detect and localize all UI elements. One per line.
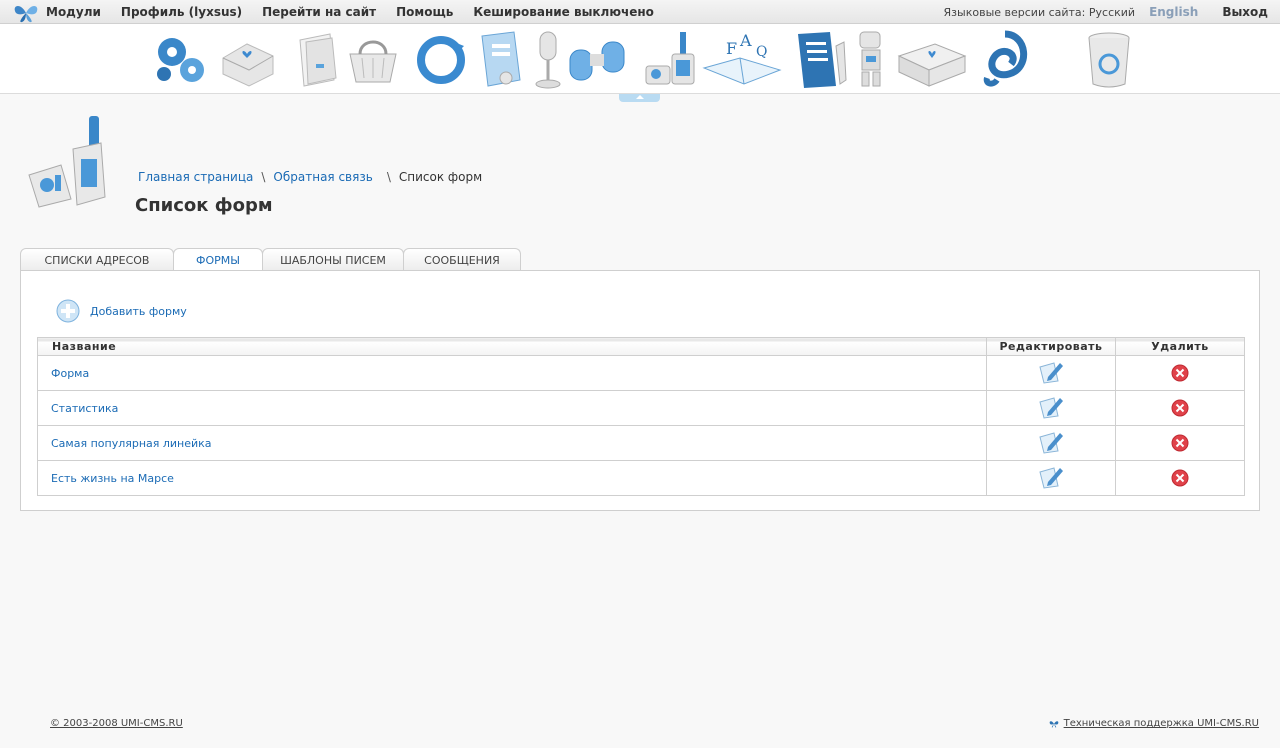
settings-gears-icon[interactable]: [150, 28, 212, 90]
menu-go-to-site[interactable]: Перейти на сайт: [262, 5, 376, 19]
news-scroll-icon[interactable]: [790, 28, 852, 90]
top-menu-bar: Модули Профиль (lyxsus) Перейти на сайт …: [0, 0, 1280, 24]
delete-icon[interactable]: [1171, 399, 1189, 417]
breadcrumb-current: Список форм: [398, 170, 483, 184]
tab-bar: СПИСКИ АДРЕСОВ ФОРМЫ ШАБЛОНЫ ПИСЕМ СООБЩ…: [20, 248, 521, 272]
delete-icon[interactable]: [1171, 364, 1189, 382]
delete-icon[interactable]: [1171, 469, 1189, 487]
butterfly-icon: [1049, 720, 1058, 728]
search-binoculars-icon[interactable]: [566, 28, 628, 90]
english-link[interactable]: English: [1149, 5, 1198, 19]
edit-icon[interactable]: [1038, 466, 1064, 490]
users-robot-icon[interactable]: [850, 28, 890, 90]
breadcrumb-feedback[interactable]: Обратная связь: [273, 170, 372, 184]
butterfly-logo-icon[interactable]: [13, 3, 39, 23]
collapse-toolbar-toggle[interactable]: [619, 94, 660, 102]
column-header-delete: Удалить: [1115, 337, 1245, 356]
column-header-name[interactable]: Название: [37, 337, 987, 356]
edit-icon[interactable]: [1038, 431, 1064, 455]
support-link[interactable]: Техническая поддержка UMI-CMS.RU: [1064, 718, 1259, 729]
table-row: Форма: [37, 355, 1245, 391]
menu-caching[interactable]: Кеширование выключено: [473, 5, 654, 19]
menu-help[interactable]: Помощь: [396, 5, 453, 19]
add-plus-icon: [56, 299, 80, 323]
svg-text:F: F: [726, 39, 737, 58]
tab-mail-templates[interactable]: ШАБЛОНЫ ПИСЕМ: [262, 248, 404, 271]
breadcrumb: Главная страница \ Обратная связь \ Список ф…: [138, 170, 483, 184]
data-box-icon[interactable]: [895, 28, 969, 90]
copyright-link[interactable]: © 2003-2008 UMI-CMS.RU: [50, 718, 183, 729]
form-name-link[interactable]: Форма: [37, 355, 987, 391]
edit-icon[interactable]: [1038, 361, 1064, 385]
table-row: Самая популярная линейка: [37, 425, 1245, 461]
shop-basket-icon[interactable]: [342, 28, 404, 90]
vote-swirl-icon[interactable]: [975, 28, 1037, 90]
update-refresh-icon[interactable]: [410, 28, 472, 90]
support-link-container: Техническая поддержка UMI-CMS.RU: [1049, 718, 1259, 729]
tab-messages[interactable]: СООБЩЕНИЯ: [403, 248, 521, 271]
add-form-label: Добавить форму: [90, 304, 187, 318]
exit-link[interactable]: Выход: [1222, 5, 1268, 19]
add-form-button[interactable]: Добавить форму: [56, 299, 187, 323]
table-row: Есть жизнь на Марсе: [37, 460, 1245, 496]
forms-table: Название Редактировать Удалить Форма Ста…: [37, 337, 1245, 496]
table-row: Статистика: [37, 390, 1245, 426]
svg-text:A: A: [739, 31, 752, 50]
column-header-edit: Редактировать: [986, 337, 1116, 356]
page-title: Список форм: [135, 195, 273, 216]
trash-bin-icon[interactable]: [1078, 28, 1140, 90]
faq-book-icon[interactable]: FAQ: [700, 28, 784, 90]
tab-address-lists[interactable]: СПИСКИ АДРЕСОВ: [20, 248, 174, 271]
form-name-link[interactable]: Самая популярная линейка: [37, 425, 987, 461]
tab-forms[interactable]: ФОРМЫ: [173, 248, 263, 272]
module-icon-strip: FAQ: [0, 24, 1280, 94]
edit-icon[interactable]: [1038, 396, 1064, 420]
breadcrumb-home[interactable]: Главная страница: [138, 170, 253, 184]
menu-modules[interactable]: Модули: [46, 5, 101, 19]
delete-icon[interactable]: [1171, 434, 1189, 452]
menu-profile[interactable]: Профиль (lyxsus): [121, 5, 242, 19]
feedback-module-icon: [28, 116, 106, 208]
svg-text:Q: Q: [756, 44, 767, 60]
forms-panel: Добавить форму Название Редактировать Уд…: [20, 270, 1260, 511]
structure-box-icon[interactable]: [217, 28, 279, 90]
feedback-phone-icon[interactable]: [640, 28, 702, 90]
form-name-link[interactable]: Статистика: [37, 390, 987, 426]
language-label: Языковые версии сайта: Русский: [943, 5, 1136, 19]
form-name-link[interactable]: Есть жизнь на Марсе: [37, 460, 987, 496]
